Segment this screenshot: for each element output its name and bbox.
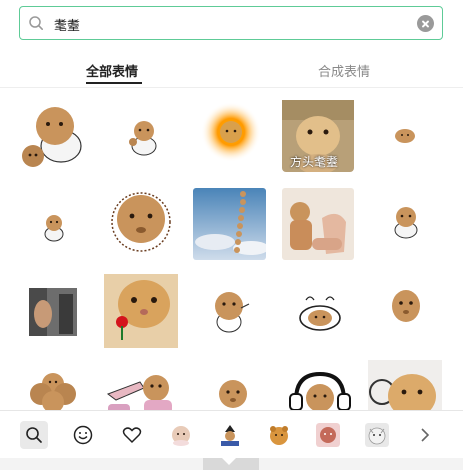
sticker-item[interactable]	[15, 274, 91, 350]
cat-sticker-icon	[215, 292, 250, 333]
cat-sticker-icon	[394, 207, 418, 239]
search-bar[interactable]: 耄耋	[19, 6, 443, 40]
sticker-item[interactable]	[193, 360, 269, 410]
cat-sticker-icon	[219, 380, 247, 408]
chevron-right-icon	[421, 428, 430, 442]
sticker-toolbar	[0, 410, 463, 458]
smiley-icon	[73, 425, 93, 445]
cat-sticker-icon	[111, 192, 171, 252]
tab-underline	[86, 82, 142, 84]
sticker-item[interactable]	[282, 360, 358, 410]
headphone-cat-sticker-icon	[289, 371, 351, 410]
cat-cluster-sticker-icon	[30, 373, 76, 410]
sticker-pack-5-icon	[365, 423, 389, 447]
sticker-pack-3-icon	[270, 426, 288, 445]
sticker-item[interactable]	[103, 186, 179, 262]
sticker-item[interactable]	[282, 188, 354, 260]
sticker-item[interactable]	[193, 98, 269, 174]
sticker-item[interactable]	[368, 274, 444, 350]
emoji-panel: 耄耋 全部表情 合成表情 方头耄耋	[0, 0, 463, 470]
sticker-item[interactable]: 方头耄耋	[282, 100, 354, 172]
cat-sticker-icon	[44, 215, 64, 242]
sticker-item[interactable]	[15, 360, 91, 410]
toolbar-sticker-pack-5[interactable]	[363, 421, 391, 449]
cat-sticker-icon	[129, 121, 157, 156]
cat-sticker-icon	[299, 296, 341, 331]
sticker-pack-2-icon	[221, 425, 239, 446]
search-icon	[29, 16, 43, 30]
pointing-cat-sticker-icon	[106, 375, 172, 410]
toolbar-emoji-button[interactable]	[69, 421, 97, 449]
sticker-item[interactable]	[104, 274, 178, 348]
search-icon	[26, 427, 42, 443]
cat-sticker-icon	[395, 129, 415, 143]
sticker-item[interactable]	[104, 98, 180, 174]
sun-cat-sticker-icon	[201, 102, 261, 162]
sticker-item[interactable]	[15, 186, 91, 262]
sticker-item[interactable]	[193, 188, 266, 260]
sticker-item[interactable]	[368, 98, 444, 174]
sticker-item[interactable]	[368, 360, 442, 410]
sticker-item[interactable]	[15, 98, 91, 174]
window-below-strip	[0, 458, 463, 470]
sticker-item[interactable]	[282, 274, 358, 350]
rose-cat-sticker-icon	[104, 274, 178, 348]
toolbar-favorites-button[interactable]	[118, 421, 146, 449]
tab-composite-stickers[interactable]: 合成表情	[318, 61, 370, 80]
toolbar-sticker-pack-2[interactable]	[216, 421, 244, 449]
cat-sticker-icon	[392, 290, 420, 322]
sticker-item[interactable]	[368, 186, 444, 262]
photo-cat-sticker-icon	[282, 188, 354, 260]
photo-cat-sticker-icon	[29, 288, 77, 336]
toolbar-sticker-pack-4[interactable]	[314, 421, 342, 449]
sticker-caption: 方头耄耋	[290, 155, 339, 169]
clear-icon[interactable]	[417, 15, 434, 32]
toolbar-sticker-pack-3[interactable]	[265, 421, 293, 449]
toolbar-search-button[interactable]	[20, 421, 48, 449]
panel-pointer	[222, 458, 236, 465]
tab-all-stickers[interactable]: 全部表情	[86, 61, 138, 80]
sticker-pack-4-icon	[316, 423, 340, 447]
heart-icon	[122, 427, 142, 444]
toolbar-next-button[interactable]	[411, 421, 439, 449]
photo-cat-sticker-icon	[368, 360, 442, 410]
search-input[interactable]: 耄耋	[54, 15, 80, 34]
cat-sticker-icon	[22, 107, 82, 167]
sticker-grid: 方头耄耋	[0, 88, 463, 410]
toolbar-sticker-pack-1[interactable]	[167, 421, 195, 449]
sticker-pack-1-icon	[172, 426, 190, 446]
sky-cat-sticker-icon	[193, 188, 266, 260]
sticker-item[interactable]	[104, 360, 180, 410]
sticker-item[interactable]	[193, 274, 269, 350]
